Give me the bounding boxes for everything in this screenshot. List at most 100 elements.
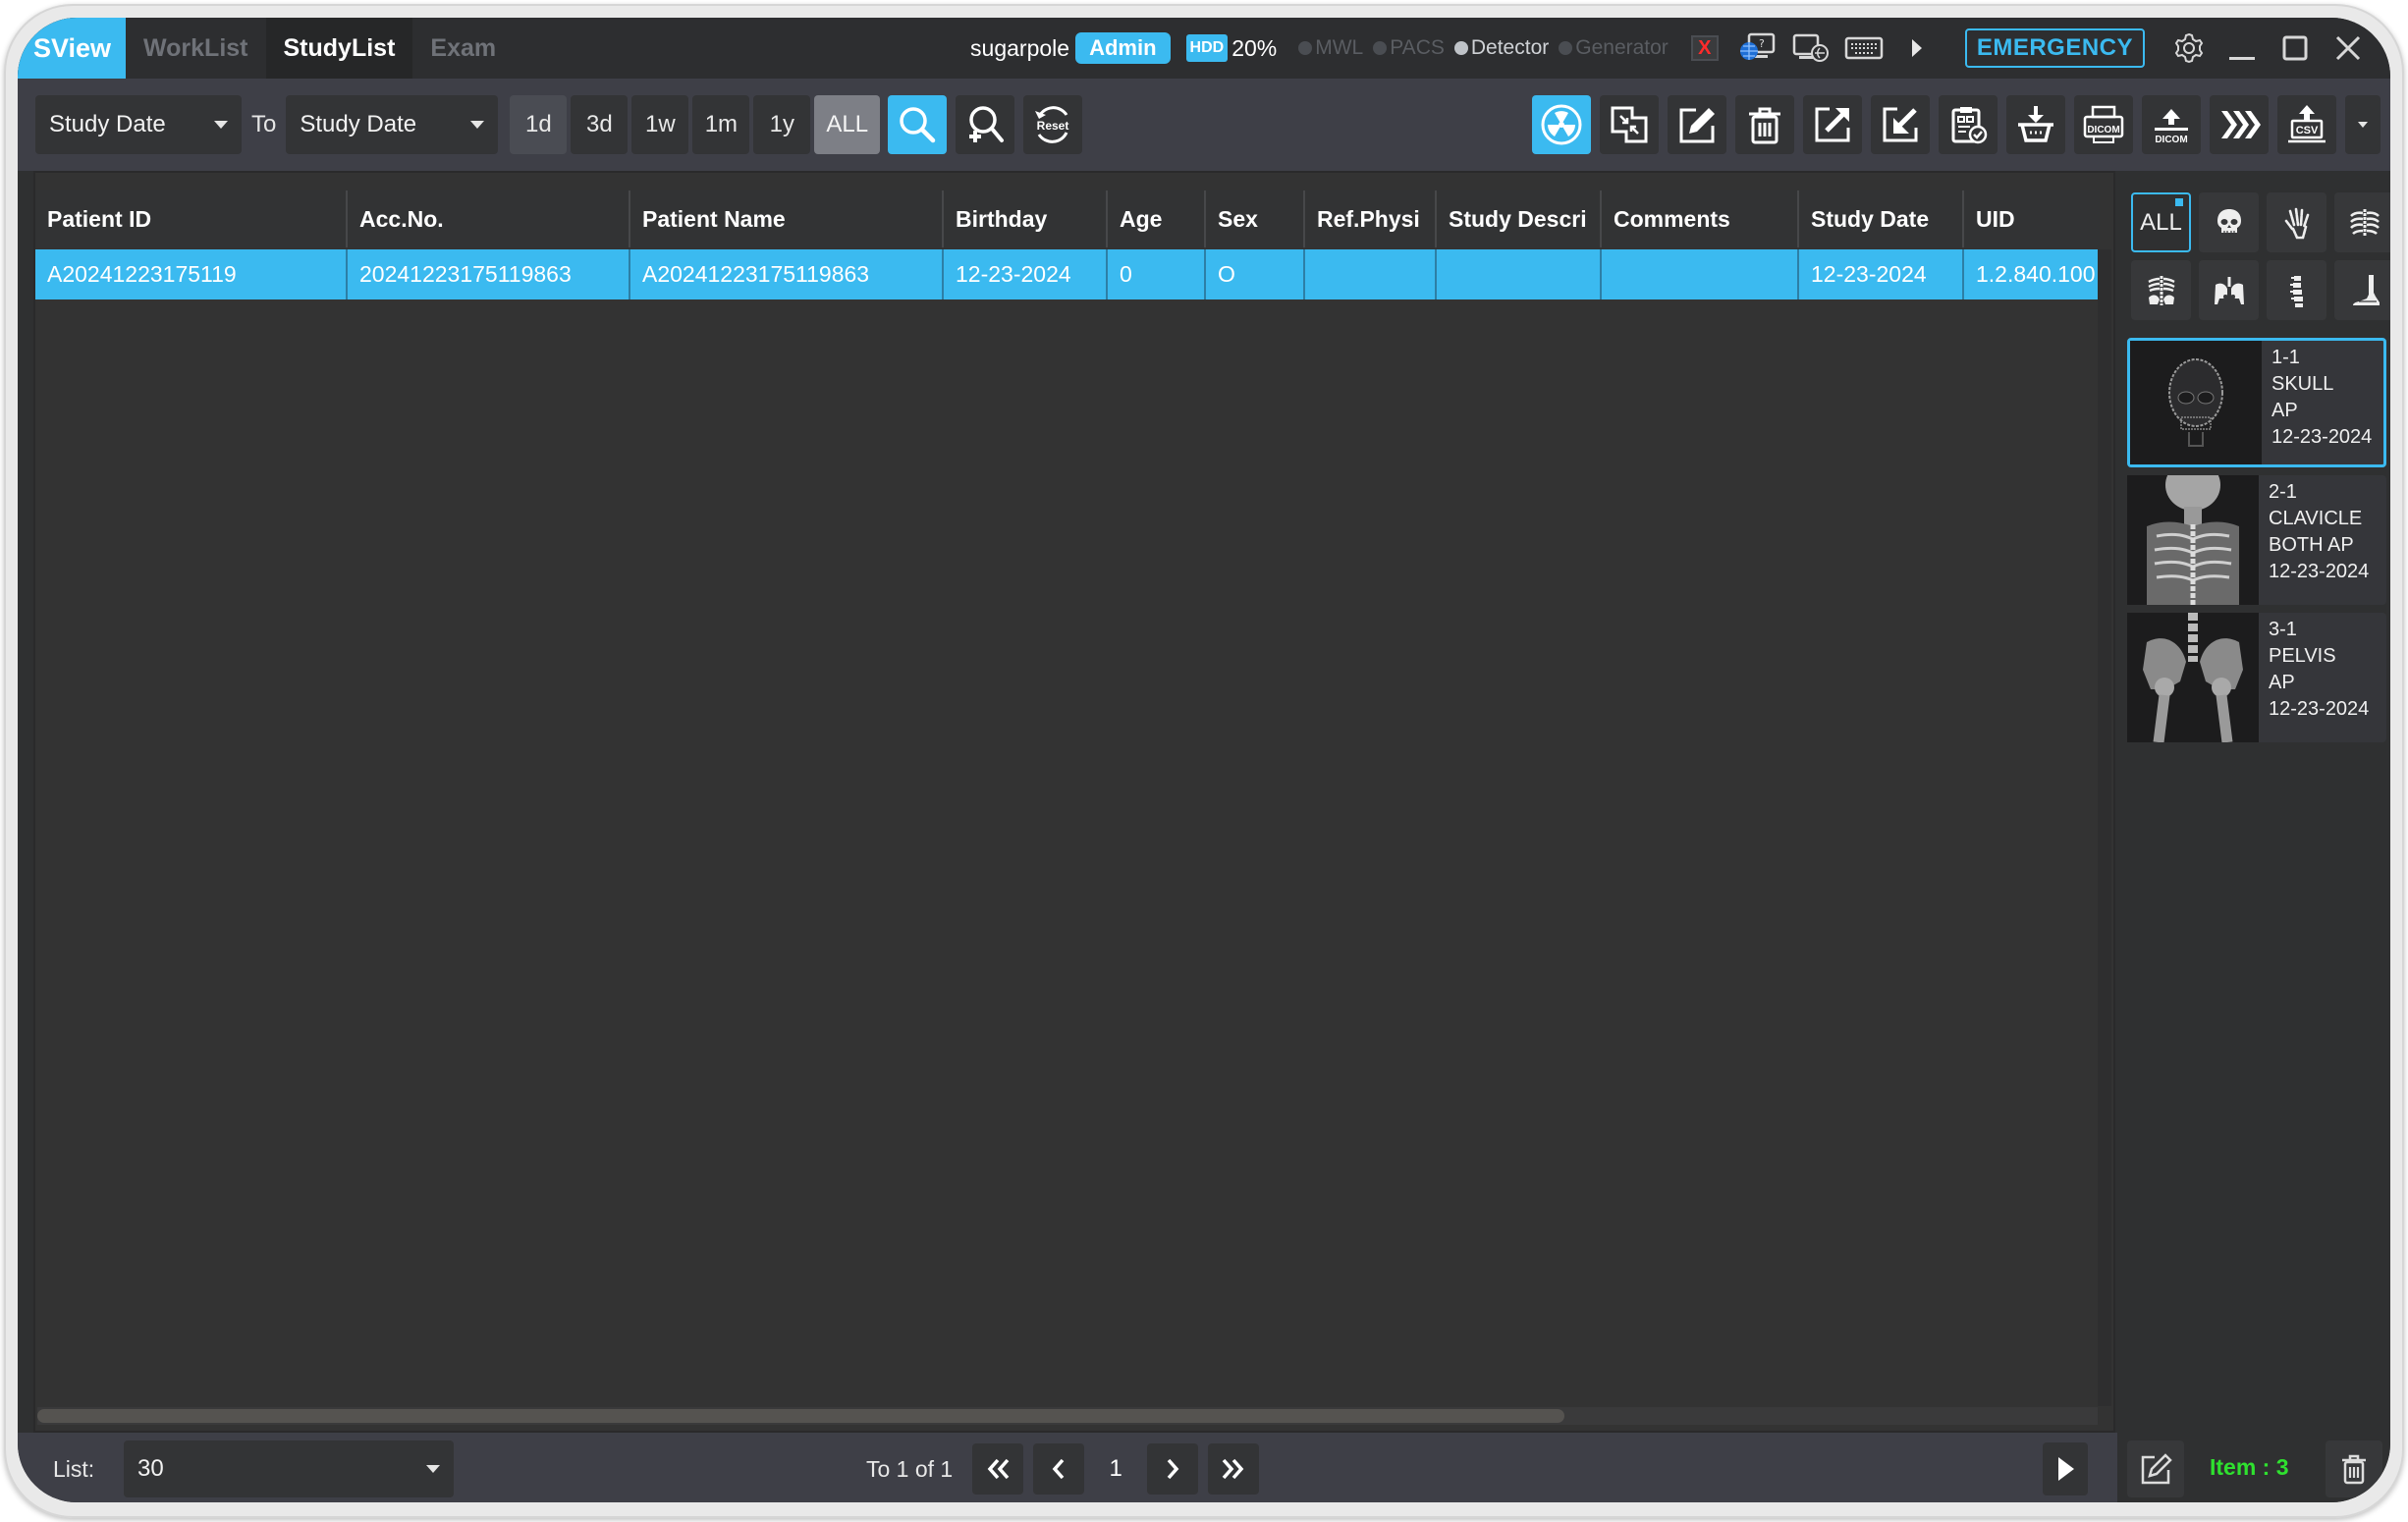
image-date: 12-23-2024: [2271, 426, 2373, 448]
column-header-age[interactable]: Age: [1108, 190, 1206, 247]
dicom-upload-button[interactable]: DICOM: [2142, 95, 2201, 154]
status-label: Detector: [1470, 36, 1550, 59]
cell-age: 0: [1108, 249, 1206, 299]
network-monitor-icon[interactable]: ?: [1736, 28, 1779, 68]
skull-xray-image: [2130, 341, 2262, 464]
column-header-birthday[interactable]: Birthday: [944, 190, 1108, 247]
reset-button[interactable]: Reset: [1023, 95, 1083, 154]
merge-button[interactable]: [1600, 95, 1659, 154]
edit-image-button[interactable]: [2127, 1440, 2184, 1497]
error-status-button[interactable]: X: [1683, 28, 1726, 68]
search-button[interactable]: [888, 95, 948, 154]
range-1y-button[interactable]: 1y: [753, 95, 811, 154]
image-view: BOTH AP: [2269, 534, 2354, 556]
first-page-button[interactable]: [972, 1443, 1024, 1495]
list-size-value: 30: [137, 1455, 164, 1482]
vertical-scrollbar[interactable]: [2098, 249, 2111, 1406]
radiation-button[interactable]: [1532, 95, 1591, 154]
edit-button[interactable]: [1668, 95, 1726, 154]
nav-tab-exam[interactable]: Exam: [412, 18, 514, 79]
dicom-upload-icon: DICOM: [2155, 109, 2188, 145]
filter-skull-button[interactable]: [2199, 192, 2259, 252]
fast-forward-button[interactable]: [2210, 95, 2269, 154]
delete-button[interactable]: [1735, 95, 1794, 154]
filter-abdomen-button[interactable]: [2131, 260, 2191, 320]
play-icon: [2058, 1457, 2074, 1481]
nav-tab-studylist[interactable]: StudyList: [265, 18, 413, 79]
more-actions-dropdown[interactable]: [2345, 95, 2381, 154]
status-dot-icon: [1453, 41, 1468, 55]
spine-icon: [2289, 275, 2303, 307]
last-page-button[interactable]: [1208, 1443, 1260, 1495]
filter-chest-button[interactable]: [2334, 192, 2390, 252]
filter-hand-button[interactable]: [2267, 192, 2326, 252]
filter-spine-button[interactable]: [2267, 260, 2326, 320]
list-size-select[interactable]: 30: [124, 1440, 454, 1497]
prev-page-button[interactable]: [1033, 1443, 1085, 1495]
csv-export-icon: CSV: [2288, 105, 2326, 143]
report-check-button[interactable]: [1939, 95, 1998, 154]
filter-all-button[interactable]: ALL: [2131, 192, 2191, 252]
column-header-ref-physician[interactable]: Ref.Physi: [1305, 190, 1437, 247]
reset-icon: Reset: [1035, 106, 1068, 143]
csv-export-button[interactable]: CSV: [2277, 95, 2336, 154]
range-3d-button[interactable]: 3d: [571, 95, 629, 154]
thumbnail-info: 2-1 CLAVICLE BOTH AP 12-23-2024: [2259, 475, 2369, 605]
image-body-part: PELVIS: [2269, 645, 2336, 667]
filter-pelvis-button[interactable]: [2199, 260, 2259, 320]
expand-arrow-button[interactable]: [1895, 28, 1939, 68]
horizontal-scrollbar[interactable]: [37, 1407, 2098, 1425]
range-1m-button[interactable]: 1m: [692, 95, 750, 154]
image-thumbnail-list: 1-1 SKULL AP 12-23-2024 2-1 CLAVICLE BOT…: [2127, 338, 2386, 750]
column-header-patient-id[interactable]: Patient ID: [35, 190, 348, 247]
status-mwl: MWL: [1298, 36, 1363, 60]
image-date: 12-23-2024: [2269, 698, 2370, 720]
date-to-select[interactable]: Study Date: [286, 95, 499, 154]
keyboard-icon[interactable]: [1842, 28, 1886, 68]
column-header-study-date[interactable]: Study Date: [1799, 190, 1964, 247]
nav-tab-worklist[interactable]: WorkList: [126, 18, 266, 79]
cell-patient-name: A20241223175119863: [630, 249, 944, 299]
image-panel-footer: Item : 3: [2117, 1433, 2390, 1502]
hand-icon: [2284, 207, 2309, 239]
column-header-uid[interactable]: UID: [1964, 190, 2100, 247]
date-from-select[interactable]: Study Date: [35, 95, 242, 154]
more-dropdown-icon: [2358, 122, 2368, 128]
column-header-comments[interactable]: Comments: [1602, 190, 1799, 247]
next-page-button[interactable]: [1147, 1443, 1199, 1495]
import-icon: [1883, 107, 1918, 142]
column-header-sex[interactable]: Sex: [1206, 190, 1305, 247]
horizontal-scrollbar-thumb[interactable]: [37, 1409, 1564, 1423]
image-thumbnail[interactable]: 3-1 PELVIS AP 12-23-2024: [2127, 613, 2386, 742]
active-indicator: [2175, 198, 2183, 206]
column-header-patient-name[interactable]: Patient Name: [630, 190, 944, 247]
fast-forward-icon: [2221, 111, 2261, 138]
column-header-study-description[interactable]: Study Descri: [1437, 190, 1602, 247]
dicom-print-button[interactable]: DICOM: [2074, 95, 2133, 154]
toggle-panel-button[interactable]: [2043, 1442, 2088, 1495]
range-1d-button[interactable]: 1d: [510, 95, 568, 154]
basket-download-button[interactable]: [2006, 95, 2065, 154]
export-button[interactable]: [1803, 95, 1862, 154]
range-all-button[interactable]: ALL: [814, 95, 881, 154]
column-header-acc-no[interactable]: Acc.No.: [348, 190, 630, 247]
advanced-search-button[interactable]: [956, 95, 1015, 154]
filter-foot-button[interactable]: [2334, 260, 2390, 320]
image-thumbnail[interactable]: 1-1 SKULL AP 12-23-2024: [2127, 338, 2386, 467]
status-dot-icon: [1559, 41, 1573, 55]
maximize-button[interactable]: [2269, 24, 2322, 73]
settings-button[interactable]: [2162, 24, 2216, 73]
delete-image-button[interactable]: [2326, 1440, 2382, 1497]
table-row[interactable]: A20241223175119 20241223175119863 A20241…: [35, 249, 2100, 299]
cell-uid: 1.2.840.100: [1976, 261, 2096, 287]
remote-display-icon[interactable]: [1789, 28, 1833, 68]
range-1w-button[interactable]: 1w: [631, 95, 689, 154]
chevron-right-icon: [1167, 1458, 1179, 1480]
image-body-part: SKULL: [2271, 373, 2334, 395]
import-button[interactable]: [1871, 95, 1930, 154]
image-thumbnail[interactable]: 2-1 CLAVICLE BOTH AP 12-23-2024: [2127, 475, 2386, 605]
close-button[interactable]: [2322, 24, 2375, 73]
emergency-button[interactable]: EMERGENCY: [1964, 28, 2145, 68]
minimize-button[interactable]: [2216, 24, 2269, 73]
study-table: Patient ID Acc.No. Patient Name Birthday…: [33, 171, 2115, 1433]
